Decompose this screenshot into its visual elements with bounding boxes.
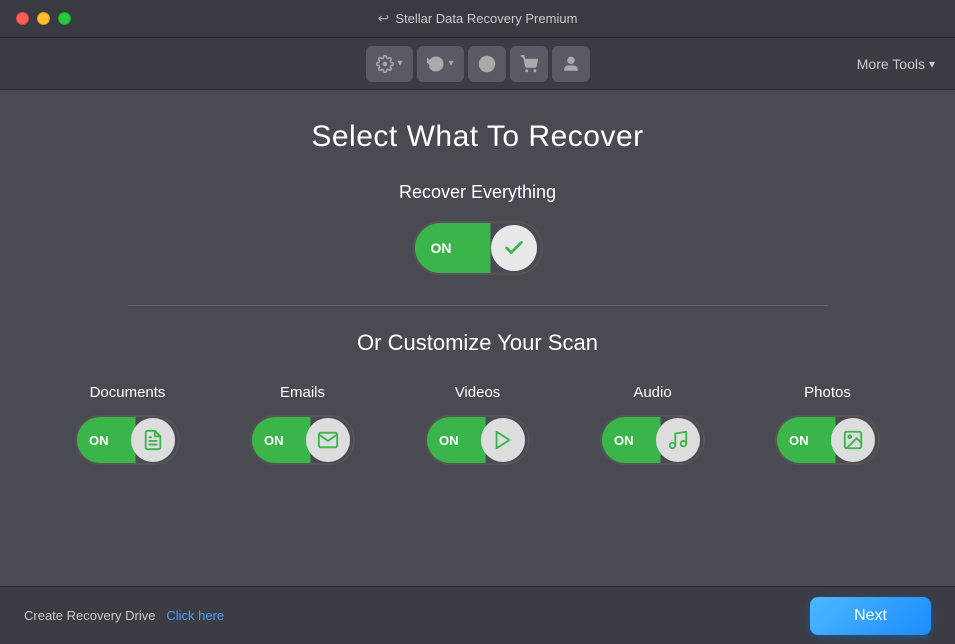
audio-icon — [667, 429, 689, 451]
category-photos: Photos ON — [740, 384, 915, 465]
settings-button[interactable]: ▾ — [365, 46, 412, 82]
window-title: ↩ Stellar Data Recovery Premium — [378, 10, 578, 27]
recover-everything-toggle-container: ON — [413, 221, 543, 275]
video-icon — [492, 429, 514, 451]
back-icon: ↩ — [378, 10, 390, 27]
account-button[interactable] — [552, 46, 590, 82]
category-documents-label: Documents — [90, 384, 166, 401]
videos-toggle-knob — [481, 418, 525, 462]
click-here-link[interactable]: Click here — [166, 608, 224, 623]
photos-toggle-knob — [831, 418, 875, 462]
documents-toggle-on: ON — [89, 433, 109, 448]
category-emails: Emails ON — [215, 384, 390, 465]
emails-toggle[interactable]: ON — [250, 415, 355, 465]
create-recovery-text: Create Recovery Drive — [24, 608, 156, 623]
toggle-knob — [491, 225, 537, 271]
close-button[interactable] — [16, 12, 29, 25]
create-recovery-section: Create Recovery Drive Click here — [24, 608, 224, 623]
category-audio: Audio ON — [565, 384, 740, 465]
audio-toggle-knob — [656, 418, 700, 462]
toolbar-center: ▾ ▾ — [365, 46, 589, 82]
photos-toggle[interactable]: ON — [775, 415, 880, 465]
cart-button[interactable] — [510, 46, 548, 82]
page-title: Select What To Recover — [311, 120, 643, 154]
traffic-lights — [16, 12, 71, 25]
restore-button[interactable]: ▾ — [417, 46, 464, 82]
category-documents: Documents ON — [40, 384, 215, 465]
document-icon — [142, 429, 164, 451]
section-divider — [128, 305, 828, 306]
emails-toggle-knob — [306, 418, 350, 462]
categories-row: Documents ON Emails — [40, 384, 915, 465]
checkmark-icon — [503, 237, 525, 259]
maximize-button[interactable] — [58, 12, 71, 25]
category-emails-label: Emails — [280, 384, 325, 401]
audio-toggle[interactable]: ON — [600, 415, 705, 465]
more-tools-chevron: ▾ — [929, 57, 935, 71]
help-icon — [478, 55, 496, 73]
help-button[interactable] — [468, 46, 506, 82]
documents-toggle-knob — [131, 418, 175, 462]
restore-icon — [427, 55, 445, 73]
category-videos: Videos ON — [390, 384, 565, 465]
main-content: Select What To Recover Recover Everythin… — [0, 90, 955, 485]
photos-toggle-on: ON — [789, 433, 809, 448]
audio-toggle-on: ON — [614, 433, 634, 448]
account-icon — [562, 55, 580, 73]
restore-dropdown-icon: ▾ — [449, 58, 454, 69]
recover-everything-label: Recover Everything — [399, 182, 556, 203]
more-tools-label: More Tools — [857, 56, 925, 72]
recover-everything-toggle[interactable]: ON — [413, 221, 543, 275]
gear-icon — [375, 55, 393, 73]
category-audio-label: Audio — [633, 384, 671, 401]
next-button[interactable]: Next — [810, 597, 931, 635]
documents-toggle[interactable]: ON — [75, 415, 180, 465]
emails-toggle-on: ON — [264, 433, 284, 448]
category-videos-label: Videos — [455, 384, 501, 401]
email-icon — [317, 429, 339, 451]
customize-label: Or Customize Your Scan — [357, 330, 598, 356]
photo-icon — [842, 429, 864, 451]
settings-dropdown-icon: ▾ — [397, 58, 402, 69]
bottom-bar: Create Recovery Drive Click here Next — [0, 586, 955, 644]
more-tools-button[interactable]: More Tools ▾ — [857, 56, 935, 72]
minimize-button[interactable] — [37, 12, 50, 25]
titlebar: ↩ Stellar Data Recovery Premium — [0, 0, 955, 38]
videos-toggle[interactable]: ON — [425, 415, 530, 465]
category-photos-label: Photos — [804, 384, 851, 401]
toolbar: ▾ ▾ More Tools ▾ — [0, 38, 955, 90]
cart-icon — [520, 55, 538, 73]
app-title: Stellar Data Recovery Premium — [395, 11, 577, 26]
videos-toggle-on: ON — [439, 433, 459, 448]
toggle-on-label: ON — [431, 240, 452, 256]
